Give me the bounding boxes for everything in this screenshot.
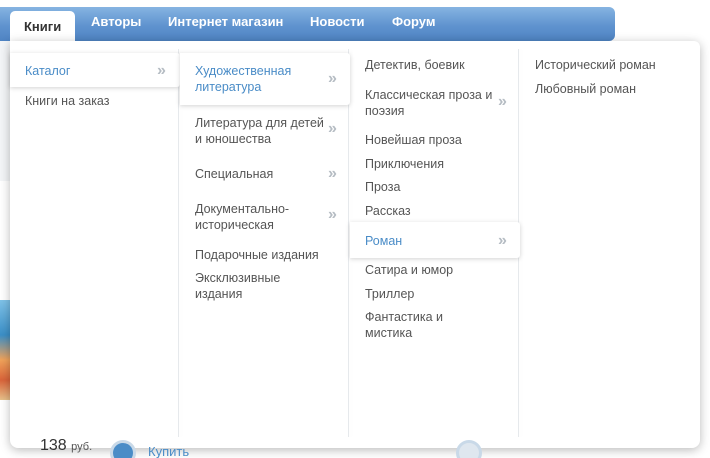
menu-item-gift-editions[interactable]: Подарочные издания: [195, 247, 319, 263]
menu-item-fiction[interactable]: Художественная литература: [195, 63, 315, 95]
chevron-right-icon: »: [498, 93, 507, 110]
price-value: 138: [40, 437, 67, 454]
price: 138 руб.: [40, 437, 92, 455]
menu-item-detective-action[interactable]: Детектив, боевик: [365, 57, 465, 73]
price-unit: руб.: [71, 441, 93, 453]
menu-item-romance-novel[interactable]: Любовный роман: [535, 81, 636, 97]
chevron-right-icon: »: [328, 70, 337, 87]
books-dropdown-menu: Каталог » Книги на заказ Художественная …: [10, 41, 700, 448]
menu-item-special[interactable]: Специальная: [195, 166, 273, 182]
menu-item-thriller[interactable]: Триллер: [365, 286, 414, 302]
menu-item-novel[interactable]: Роман: [365, 233, 402, 249]
chevron-right-icon: »: [328, 206, 337, 223]
nav-item-authors[interactable]: Авторы: [91, 14, 141, 36]
menu-item-classic-prose-poetry[interactable]: Классическая проза и поэзия: [365, 87, 495, 119]
chevron-right-icon: »: [328, 165, 337, 182]
menu-item-story[interactable]: Рассказ: [365, 203, 411, 219]
chevron-right-icon: »: [157, 62, 166, 79]
column-separator: [178, 49, 179, 437]
column-separator: [348, 49, 349, 437]
menu-item-children-literature[interactable]: Литература для детей и юношества: [195, 115, 325, 147]
menu-item-exclusive-editions[interactable]: Эксклюзивные издания: [195, 270, 295, 302]
menu-item-newest-prose[interactable]: Новейшая проза: [365, 132, 462, 148]
chevron-right-icon: »: [328, 120, 337, 137]
chevron-right-icon: »: [498, 232, 507, 249]
menu-item-books-on-order[interactable]: Книги на заказ: [25, 93, 109, 109]
menu-item-documentary-historical[interactable]: Документально-историческая: [195, 201, 315, 233]
page: Книги Авторы Интернет магазин Новости Фо…: [0, 0, 710, 458]
menu-item-prose[interactable]: Проза: [365, 179, 400, 195]
menu-item-historical-novel[interactable]: Исторический роман: [535, 57, 656, 73]
buy-button[interactable]: Купить: [148, 444, 189, 458]
menu-item-fantasy-mysticism[interactable]: Фантастика и мистика: [365, 309, 465, 341]
nav-item-forum[interactable]: Форум: [392, 14, 435, 36]
menu-item-catalog[interactable]: Каталог: [25, 63, 70, 79]
nav-item-news[interactable]: Новости: [310, 14, 365, 36]
menu-item-satire-humor[interactable]: Сатира и юмор: [365, 262, 453, 278]
top-nav: Книги Авторы Интернет магазин Новости Фо…: [0, 7, 615, 49]
menu-item-adventures[interactable]: Приключения: [365, 156, 444, 172]
nav-item-shop[interactable]: Интернет магазин: [168, 14, 283, 36]
